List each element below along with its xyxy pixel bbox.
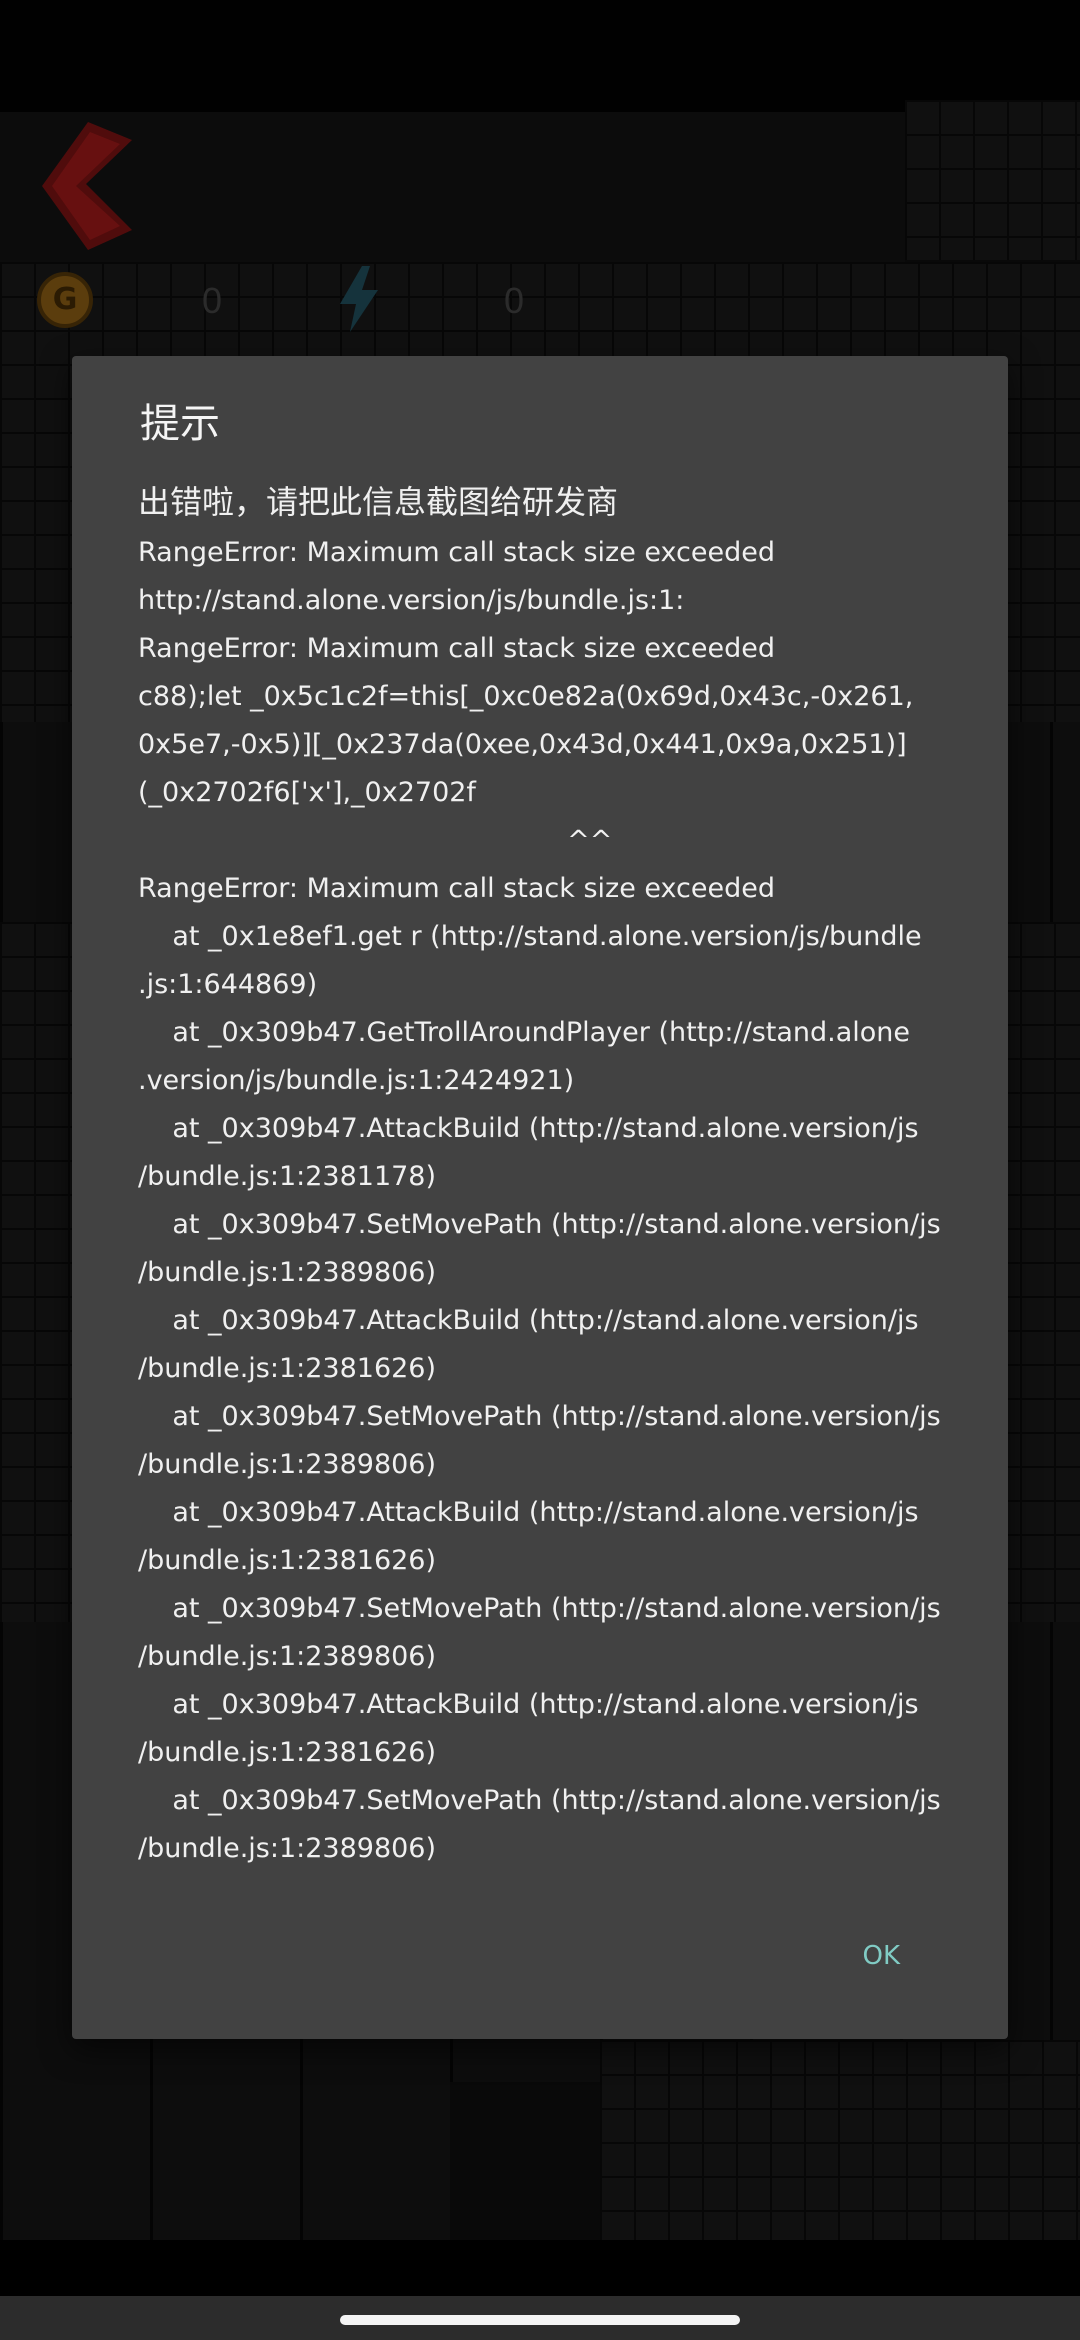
dialog-error-stack: RangeError: Maximum call stack size exce… [138, 537, 941, 1864]
dialog-message: 出错啦，请把此信息截图给研发商 RangeError: Maximum call… [138, 478, 998, 1873]
home-indicator[interactable] [340, 2315, 740, 2325]
ok-button[interactable]: OK [850, 1928, 912, 1984]
dialog-title: 提示 [140, 401, 220, 447]
system-nav-bar [0, 2240, 1080, 2340]
dialog-message-intro: 出错啦，请把此信息截图给研发商 [138, 483, 619, 521]
error-dialog: 提示 出错啦，请把此信息截图给研发商 RangeError: Maximum c… [72, 356, 1008, 2039]
